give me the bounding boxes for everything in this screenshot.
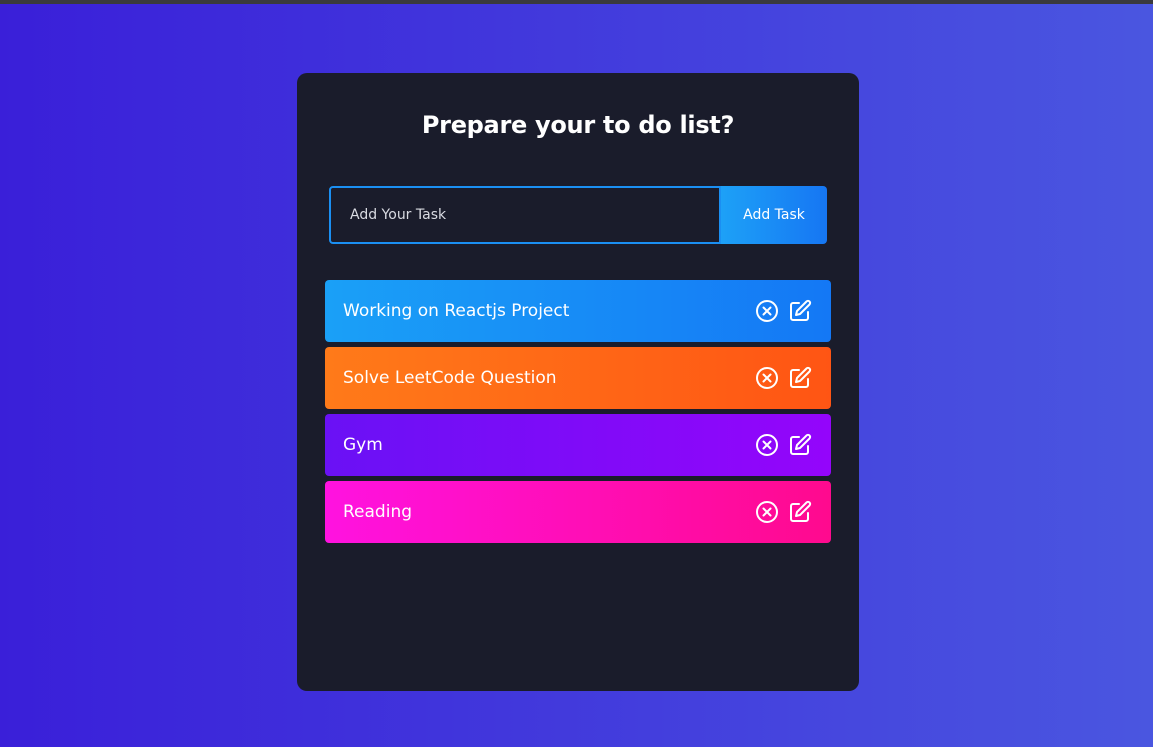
close-circle-icon[interactable] [754,432,780,458]
task-text: Gym [343,435,383,455]
close-circle-icon[interactable] [754,499,780,525]
task-list: Working on Reactjs Project Solve LeetCode… [325,280,831,548]
close-circle-icon[interactable] [754,365,780,391]
task-actions [754,298,813,324]
task-actions [754,432,813,458]
edit-icon[interactable] [787,499,813,525]
task-item: Gym [325,414,831,476]
edit-icon[interactable] [787,298,813,324]
edit-icon[interactable] [787,432,813,458]
task-text: Reading [343,502,413,522]
task-item: Reading [325,481,831,543]
task-item: Solve LeetCode Question [325,347,831,409]
page-title: Prepare your to do list? [421,111,735,139]
task-actions [754,365,813,391]
task-text: Working on Reactjs Project [343,301,570,321]
edit-icon[interactable] [787,365,813,391]
task-text: Solve LeetCode Question [343,368,557,388]
add-task-button[interactable]: Add Task [721,186,827,244]
add-task-form: Add Task [329,186,827,244]
task-input[interactable] [329,186,721,244]
close-circle-icon[interactable] [754,298,780,324]
todo-card: Prepare your to do list? Add Task Workin… [297,73,859,691]
task-item: Working on Reactjs Project [325,280,831,342]
task-actions [754,499,813,525]
